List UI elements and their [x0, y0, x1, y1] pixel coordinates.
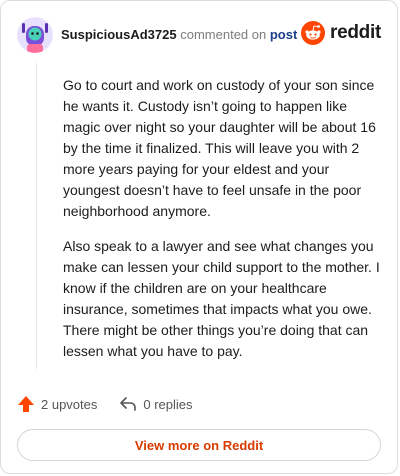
upvote-button[interactable]: 2 upvotes	[17, 395, 97, 413]
comment-body: Go to court and work on custody of your …	[63, 75, 381, 374]
comment-meta: SuspiciousAd3725 commented on post	[61, 27, 297, 43]
thread-line	[36, 63, 37, 369]
comment-header: SuspiciousAd3725 commented on post reddi…	[17, 15, 381, 55]
reply-count: 0 replies	[143, 396, 193, 412]
commented-on-label: commented on	[180, 27, 267, 42]
reddit-brand[interactable]: reddit	[301, 21, 381, 45]
snoo-avatar-icon	[17, 17, 53, 53]
upvote-count: 2 upvotes	[41, 396, 98, 412]
post-link[interactable]: post	[270, 27, 297, 42]
user-avatar[interactable]	[17, 17, 53, 53]
username-link[interactable]: SuspiciousAd3725	[61, 27, 177, 42]
view-more-button[interactable]: View more on Reddit	[17, 429, 381, 461]
reddit-logo-icon	[301, 21, 326, 45]
reddit-wordmark: reddit	[330, 22, 381, 43]
reply-arrow-icon	[120, 397, 137, 411]
reply-button[interactable]: 0 replies	[119, 395, 193, 413]
reddit-comment-embed: SuspiciousAd3725 commented on post reddi…	[0, 0, 398, 474]
comment-paragraph-2: Also speak to a lawyer and see what chan…	[63, 238, 380, 359]
upvote-arrow-icon	[18, 396, 34, 412]
comment-paragraph-1: Go to court and work on custody of your …	[63, 77, 376, 219]
comment-actions: 2 upvotes 0 replies	[17, 395, 193, 413]
